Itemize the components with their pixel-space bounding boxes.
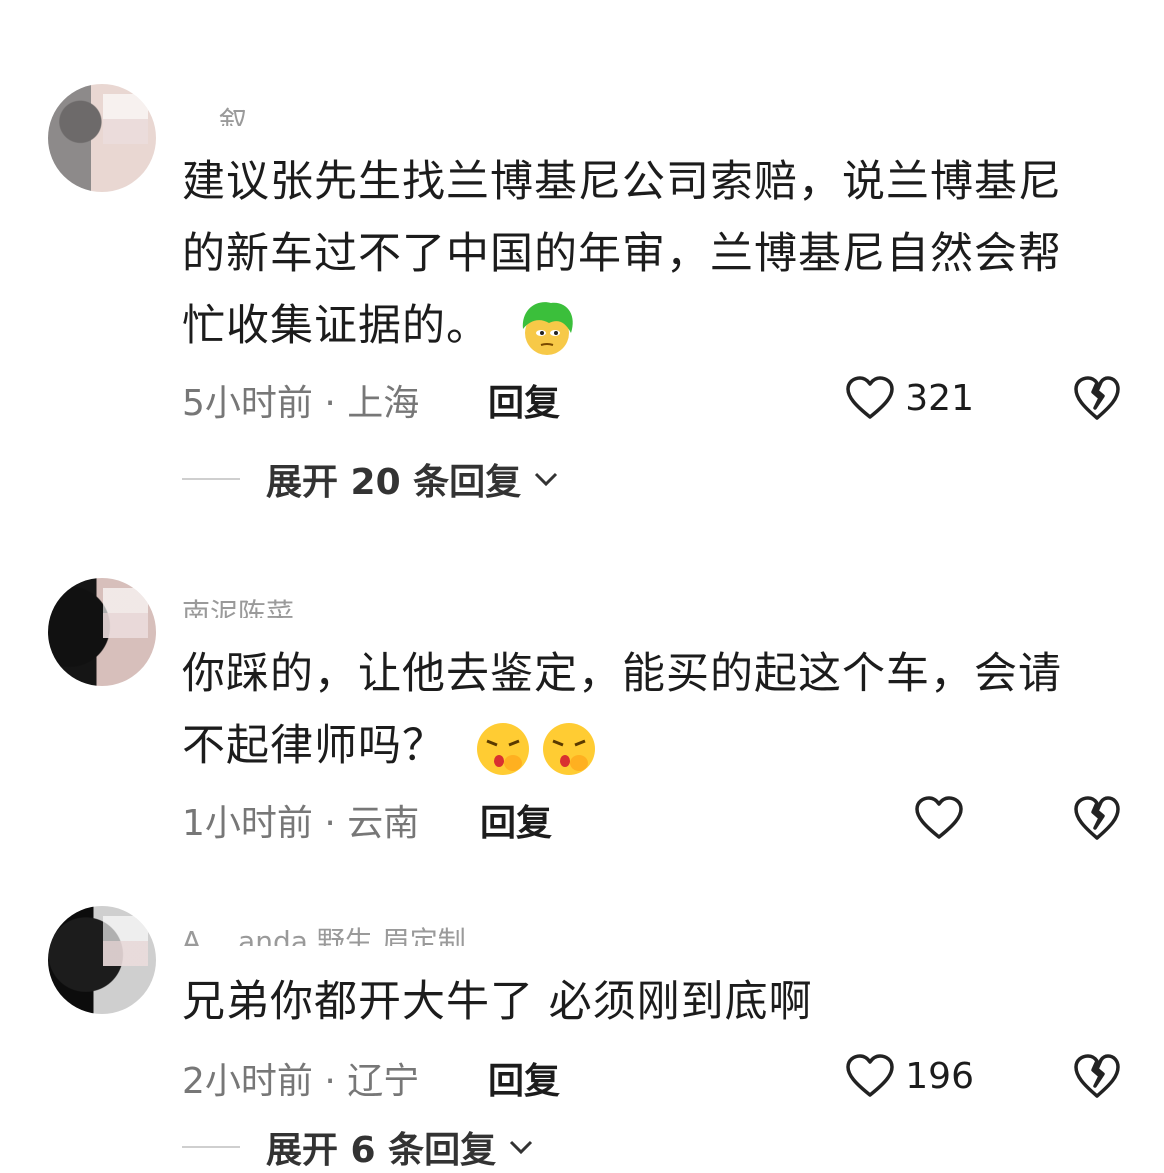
comment-meta: 5小时前 · 上海 回复 321 xyxy=(182,374,1124,426)
avatar[interactable] xyxy=(48,578,156,686)
heart-icon xyxy=(915,796,963,839)
like-button[interactable]: 321 xyxy=(845,374,974,422)
like-button[interactable]: 196 xyxy=(845,1052,974,1100)
timestamp-location: 2小时前 · 辽宁 xyxy=(182,1061,420,1102)
expand-replies-label: 展开 20 条回复 xyxy=(266,462,522,503)
timestamp-location: 5小时前 · 上海 xyxy=(182,383,420,424)
like-count: 196 xyxy=(905,1055,974,1097)
username[interactable]: … 叙 xyxy=(182,100,247,126)
expand-replies-button[interactable]: 展开 20 条回复 xyxy=(182,454,559,504)
reply-button[interactable]: 回复 xyxy=(480,794,552,846)
comment-text: 兄弟你都开大牛了 必须刚到底啊 xyxy=(182,966,1088,1038)
chevron-down-icon xyxy=(535,472,558,487)
like-count: 321 xyxy=(905,377,974,419)
broken-heart-icon[interactable] xyxy=(1073,1052,1121,1100)
comment-meta: 2小时前 · 辽宁 回复 196 xyxy=(182,1052,1124,1104)
comment-text-body: 建议张先生找兰博基尼公司索赔，说兰博基尼的新车过不了中国的年审，兰博基尼自然会帮… xyxy=(182,157,1062,351)
reply-button[interactable]: 回复 xyxy=(488,1052,560,1104)
username[interactable]: 南泥陈菜 xyxy=(182,592,294,618)
comment-text-body: 兄弟你都开大牛了 必须刚到底啊 xyxy=(182,977,813,1027)
comment-text: 你踩的，让他去鉴定，能买的起这个车，会请不起律师吗？ xyxy=(182,638,1088,782)
heart-icon xyxy=(846,1054,895,1097)
like-button[interactable] xyxy=(914,794,974,842)
avatar[interactable] xyxy=(48,906,156,1014)
username[interactable]: A… anda 野生 眉定制 xyxy=(182,920,466,946)
shh-face-icon xyxy=(476,722,529,775)
divider-line xyxy=(182,1146,240,1148)
broken-heart-icon[interactable] xyxy=(1073,374,1121,422)
comment-meta: 1小时前 · 云南 回复 xyxy=(182,794,1124,846)
heart-icon xyxy=(846,376,895,419)
divider-line xyxy=(182,478,240,480)
reply-button[interactable]: 回复 xyxy=(488,374,560,426)
expand-replies-label: 展开 6 条回复 xyxy=(266,1130,497,1171)
broken-heart-icon[interactable] xyxy=(1073,794,1121,842)
chevron-down-icon xyxy=(510,1140,533,1155)
timestamp-location: 1小时前 · 云南 xyxy=(182,803,420,844)
comment-text: 建议张先生找兰博基尼公司索赔，说兰博基尼的新车过不了中国的年审，兰博基尼自然会帮… xyxy=(182,146,1088,362)
expand-replies-button[interactable]: 展开 6 条回复 xyxy=(182,1122,534,1172)
avatar[interactable] xyxy=(48,84,156,192)
shh-face-icon xyxy=(542,722,595,775)
comment-text-body: 你踩的，让他去鉴定，能买的起这个车，会请不起律师吗？ xyxy=(182,649,1062,771)
green-hair-face-icon xyxy=(522,301,573,355)
